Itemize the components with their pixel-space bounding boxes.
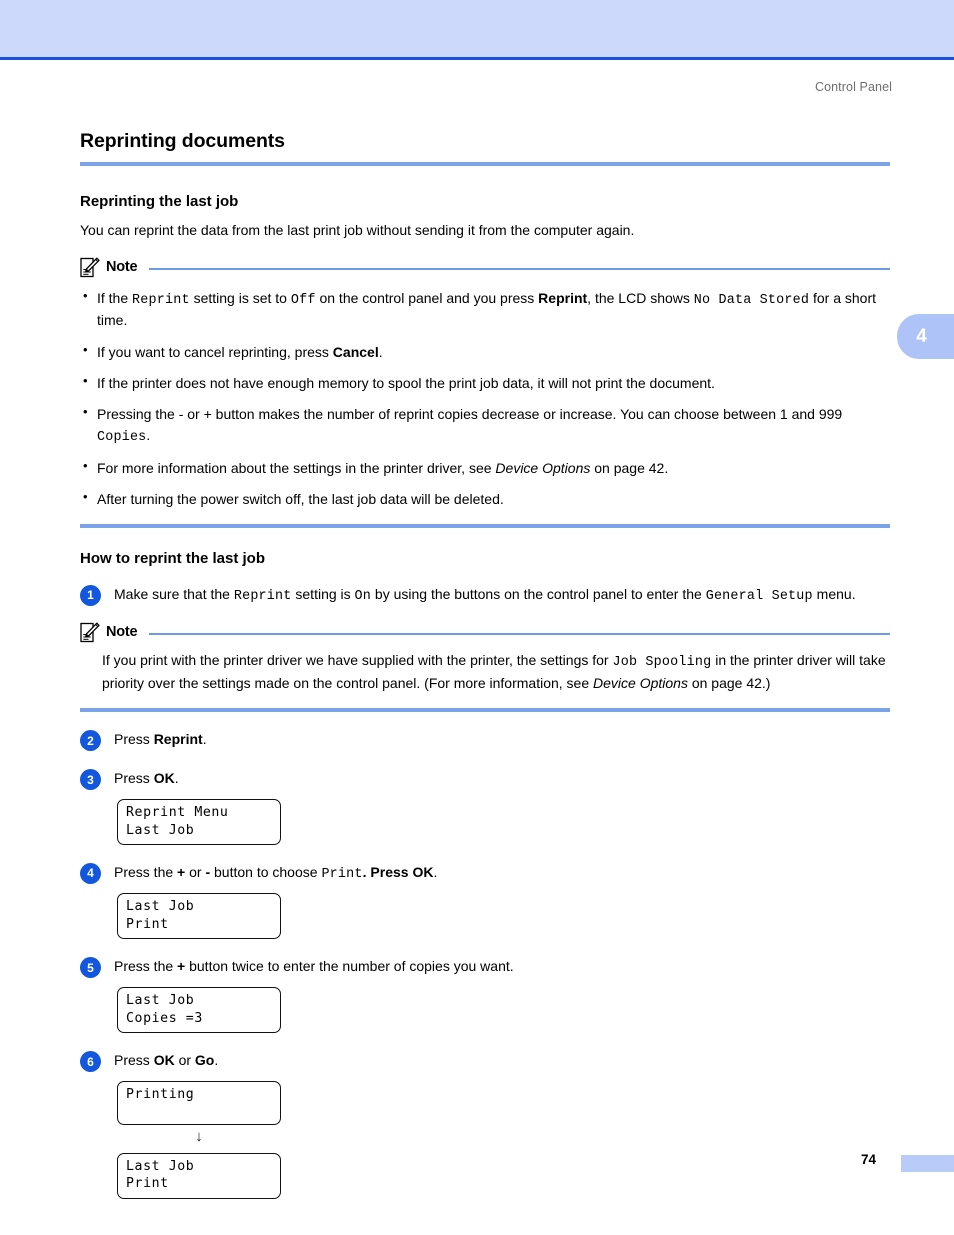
list-item: After turning the power switch off, the … xyxy=(80,488,890,509)
lcd-screen-reprint-menu: Reprint Menu Last Job xyxy=(117,799,281,845)
intro-paragraph: You can reprint the data from the last p… xyxy=(80,222,635,238)
footer-color-block xyxy=(901,1155,954,1172)
note-header: Note xyxy=(80,622,890,643)
lcd-screen-printing: Printing xyxy=(117,1081,281,1126)
lcd-line-1: Last Job xyxy=(126,1159,195,1175)
step-text: Press the + or - button to choose Print.… xyxy=(114,863,438,882)
note-paragraph: If you print with the printer driver we … xyxy=(102,651,886,692)
note-label: Note xyxy=(106,259,138,276)
lcd-line-1: Last Job xyxy=(126,993,195,1009)
step-1: 1 Make sure that the Reprint setting is … xyxy=(80,584,890,606)
step-5: 5 Press the + button twice to enter the … xyxy=(80,956,890,979)
running-head: Control Panel xyxy=(814,80,892,94)
note-block-2: Note If you print with the printer drive… xyxy=(80,622,890,713)
step-2: 2 Press Reprint. xyxy=(80,729,890,752)
lcd-line-1: Last Job xyxy=(126,899,195,915)
lcd-line-2: Print xyxy=(126,1176,169,1192)
note-label: Note xyxy=(106,624,138,641)
step-number-badge: 5 xyxy=(80,957,101,979)
chapter-tab: 4 xyxy=(897,314,954,359)
lcd-line-1: Printing xyxy=(126,1087,195,1103)
step-number-badge: 2 xyxy=(80,730,101,752)
lcd-line-1: Reprint Menu xyxy=(126,805,229,821)
step-text: Press Reprint. xyxy=(114,731,207,748)
lcd-line-2: Copies =3 xyxy=(126,1010,203,1026)
subsection-title-how-to-reprint: How to reprint the last job xyxy=(80,549,266,567)
lcd-screen-copies: Last Job Copies =3 xyxy=(117,987,281,1034)
note-bottom-rule xyxy=(80,708,890,713)
section-title-rule xyxy=(80,162,890,166)
page-header-band xyxy=(0,0,954,57)
list-item: For more information about the settings … xyxy=(80,457,890,478)
list-item: If the printer does not have enough memo… xyxy=(80,372,890,393)
list-item: Pressing the - or + button makes the num… xyxy=(80,403,890,447)
lcd-screen-last-job-print-final: Last Job Print xyxy=(117,1153,281,1199)
step-text: Press the + button twice to enter the nu… xyxy=(114,958,514,975)
step-number-badge: 6 xyxy=(80,1051,101,1073)
page-title: Reprinting documents xyxy=(80,130,285,152)
note-pencil-icon xyxy=(80,257,100,278)
note-pencil-icon xyxy=(80,622,100,643)
step-text: Press OK. xyxy=(114,770,179,787)
lcd-line-2: Last Job xyxy=(126,822,195,838)
note-header-rule xyxy=(149,268,890,271)
document-content: Reprinting documents Reprinting the last… xyxy=(80,130,890,1199)
note-bullet-list: If the Reprint setting is set to Off on … xyxy=(80,287,890,510)
lcd-screen-last-job-print: Last Job Print xyxy=(117,893,281,940)
note-header-rule xyxy=(149,633,890,636)
list-item: If you want to cancel reprinting, press … xyxy=(80,341,890,362)
step-6: 6 Press OK or Go. xyxy=(80,1050,890,1073)
page-number: 74 xyxy=(860,1152,876,1167)
step-text: Make sure that the Reprint setting is On… xyxy=(114,585,856,604)
step-3: 3 Press OK. xyxy=(80,768,890,791)
step-4: 4 Press the + or - button to choose Prin… xyxy=(80,862,890,884)
step-number-badge: 3 xyxy=(80,769,101,791)
page-header-rule xyxy=(0,57,954,60)
chapter-tab-number: 4 xyxy=(916,325,927,347)
step-number-badge: 1 xyxy=(80,584,101,606)
note-bottom-rule xyxy=(80,523,890,528)
subsection-title-reprinting-last-job: Reprinting the last job xyxy=(80,193,239,210)
list-item: If the Reprint setting is set to Off on … xyxy=(80,287,890,331)
lcd-line-2: Print xyxy=(126,916,169,932)
step-number-badge: 4 xyxy=(80,862,101,884)
note-block-1: Note If the Reprint setting is set to Of… xyxy=(80,257,890,528)
note-header: Note xyxy=(80,257,890,278)
flow-arrow-down-icon: ↓ xyxy=(195,1128,203,1146)
step-text: Press OK or Go. xyxy=(114,1052,219,1069)
